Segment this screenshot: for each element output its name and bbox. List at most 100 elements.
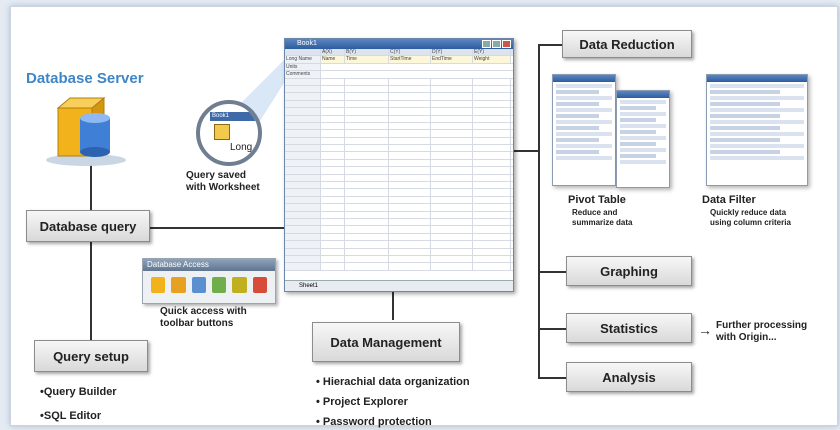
table-cell <box>431 182 473 189</box>
table-cell <box>389 152 431 159</box>
table-row <box>285 218 513 227</box>
toolbar-remove-icon[interactable] <box>252 277 267 293</box>
row-label: Units <box>285 63 321 71</box>
table-cell <box>321 93 345 100</box>
table-cell <box>431 152 473 159</box>
table-cell <box>431 211 473 218</box>
graphing-box: Graphing <box>566 256 692 286</box>
table-cell <box>389 241 431 248</box>
table-cell: Weight <box>473 56 511 63</box>
header-cell: D(Y) <box>431 49 473 56</box>
table-cell <box>285 182 321 189</box>
table-cell <box>473 211 511 218</box>
table-cell <box>389 85 431 93</box>
further-processing-line2: with Origin... <box>716 332 777 343</box>
table-cell <box>431 159 473 167</box>
magnifier-long-label: Long <box>230 142 253 153</box>
table-row <box>285 115 513 123</box>
header-cell <box>285 49 321 56</box>
table-row <box>285 100 513 109</box>
table-cell <box>473 196 511 204</box>
table-row <box>285 145 513 153</box>
diagram-stage: Database Server Book1 Long Query saved w… <box>0 0 840 430</box>
pivot-table-dialog-screenshot <box>552 74 616 186</box>
header-cell: C(Y) <box>389 49 431 56</box>
table-cell <box>431 167 473 174</box>
toolbar-build-icon[interactable] <box>232 277 247 293</box>
table-cell <box>321 189 345 196</box>
table-cell <box>321 115 345 122</box>
table-cell <box>345 145 389 152</box>
table-cell <box>473 174 511 182</box>
table-cell <box>285 108 321 115</box>
table-cell <box>345 218 389 226</box>
table-cell <box>285 218 321 226</box>
table-cell <box>389 130 431 137</box>
table-cell: StartTime <box>389 56 431 63</box>
pivot-table-title: Pivot Table <box>568 194 626 206</box>
worksheet-comments-row: Comments <box>285 71 513 79</box>
close-icon[interactable] <box>502 40 511 48</box>
table-cell <box>431 189 473 196</box>
book-icon <box>214 124 230 140</box>
table-cell <box>345 100 389 108</box>
table-cell <box>473 108 511 115</box>
toolbar-query-icon[interactable] <box>171 277 186 293</box>
branch-graphing <box>538 271 566 273</box>
table-cell <box>473 137 511 145</box>
table-cell <box>285 159 321 167</box>
pivot-table-desc-line2: summarize data <box>572 218 633 227</box>
table-cell: EndTime <box>431 56 473 63</box>
table-cell <box>389 204 431 211</box>
table-cell <box>389 189 431 196</box>
table-cell <box>285 145 321 152</box>
table-cell <box>285 263 321 270</box>
table-cell <box>431 137 473 145</box>
table-cell <box>389 263 431 270</box>
table-row <box>285 263 513 271</box>
table-row <box>285 85 513 94</box>
worksheet-units-row: Units <box>285 63 513 72</box>
table-cell <box>345 204 389 211</box>
table-cell <box>285 137 321 145</box>
table-cell <box>285 167 321 174</box>
table-cell <box>431 196 473 204</box>
table-row <box>285 204 513 212</box>
toolbar-title: Database Access <box>143 259 275 271</box>
toolbar-open-icon[interactable] <box>211 277 227 293</box>
table-cell <box>321 159 345 167</box>
table-cell <box>389 78 431 85</box>
minimize-icon[interactable] <box>482 40 491 48</box>
table-cell <box>345 196 389 204</box>
toolbar-caption-line2: toolbar buttons <box>160 318 234 329</box>
table-cell <box>321 167 345 174</box>
worksheet-grid: A(X) B(Y) C(Y) D(Y) E(Y) Long Name Name … <box>285 49 513 281</box>
query-setup-box: Query setup <box>34 340 148 372</box>
table-cell <box>389 211 431 218</box>
table-cell <box>321 218 345 226</box>
table-cell <box>345 108 389 115</box>
table-cell <box>431 218 473 226</box>
branch-statistics <box>538 328 566 330</box>
connector-server-to-setup <box>90 160 92 356</box>
table-cell <box>321 130 345 137</box>
toolbar-edit-icon[interactable] <box>191 277 206 293</box>
table-cell <box>345 85 389 93</box>
database-query-box: Database query <box>26 210 150 242</box>
table-row <box>285 108 513 116</box>
table-cell <box>285 211 321 218</box>
toolbar-import-icon[interactable] <box>151 277 166 293</box>
table-cell <box>285 130 321 137</box>
table-cell <box>389 233 431 241</box>
worksheet-sheet-tab[interactable]: Sheet1 <box>285 280 513 291</box>
maximize-icon[interactable] <box>492 40 501 48</box>
table-cell <box>473 78 511 85</box>
table-row <box>285 182 513 190</box>
worksheet-window: Book1 A(X) B(Y) C(Y) D(Y) E(Y) Long Name… <box>284 38 514 292</box>
table-cell <box>389 255 431 263</box>
database-server-title: Database Server <box>26 70 144 87</box>
analysis-box: Analysis <box>566 362 692 392</box>
table-cell <box>345 263 389 270</box>
table-row <box>285 255 513 264</box>
table-cell <box>345 130 389 137</box>
